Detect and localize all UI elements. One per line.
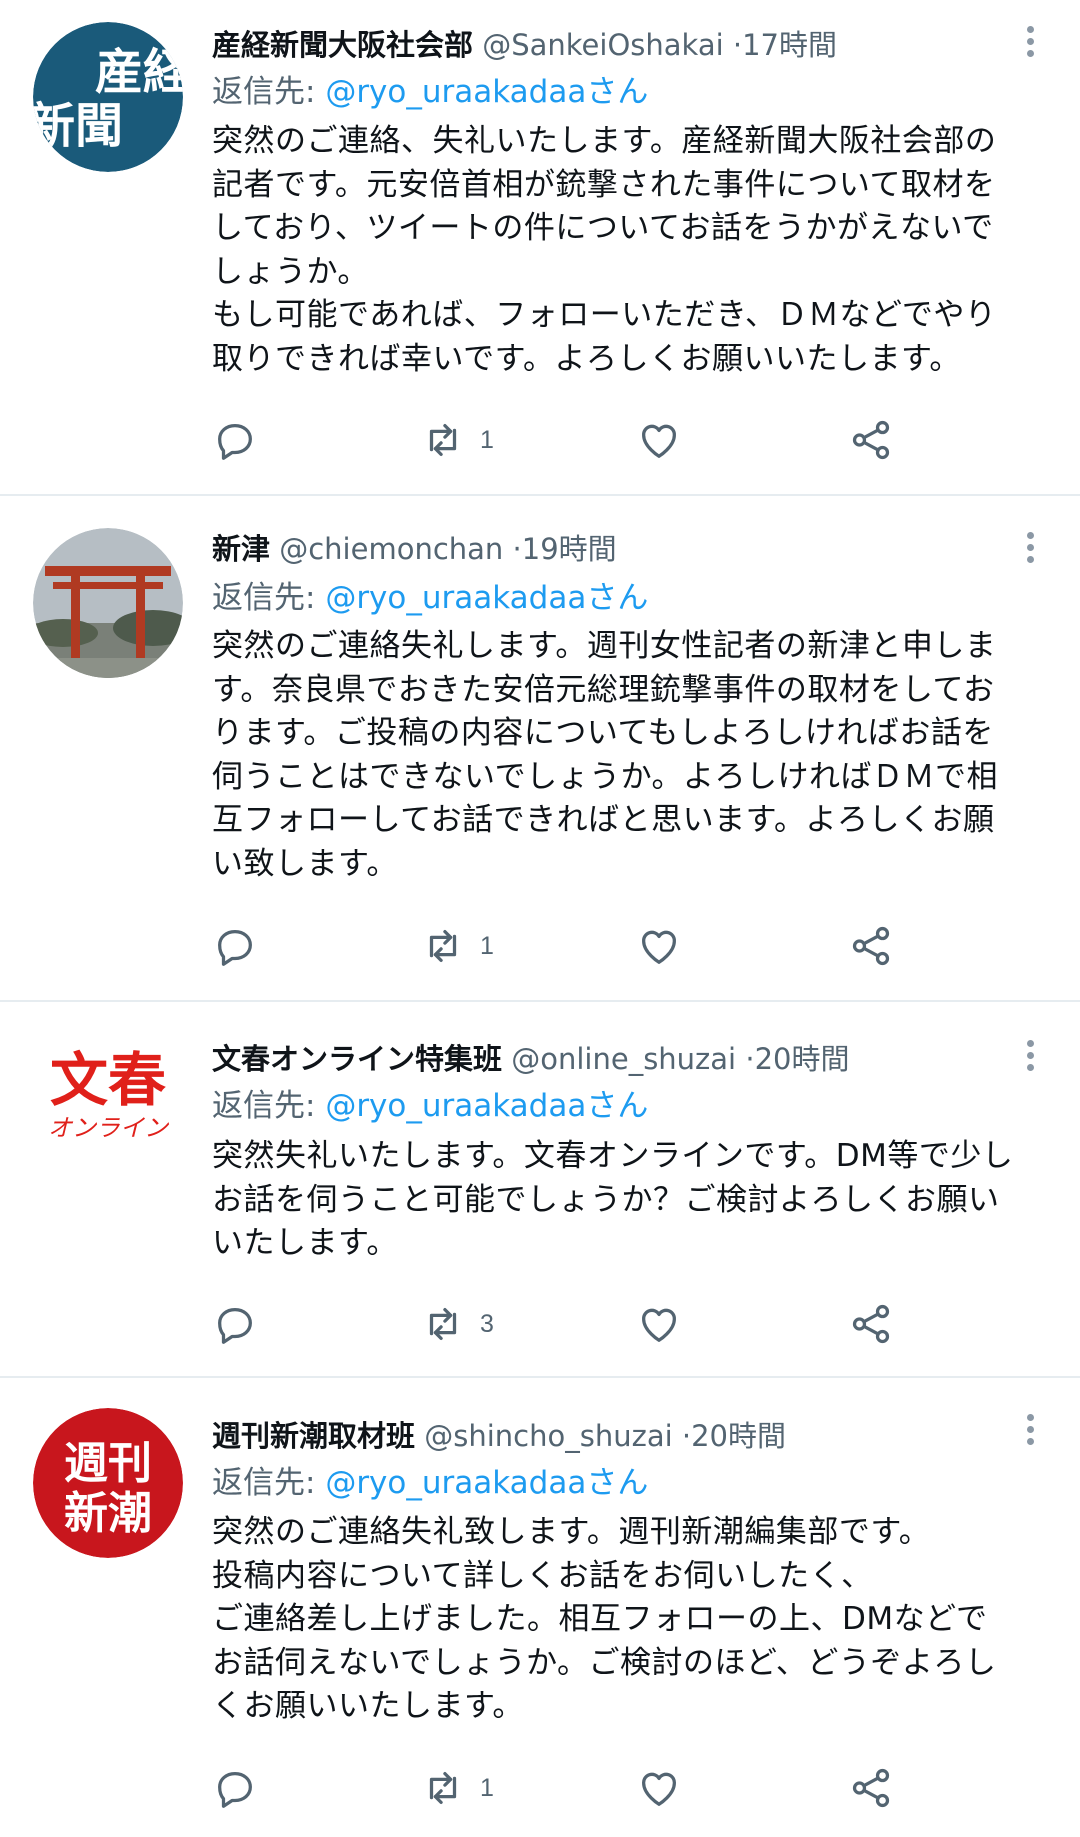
- display-name[interactable]: 新津: [212, 532, 270, 566]
- avatar[interactable]: 文春 オンライン: [33, 1038, 183, 1188]
- reply-mention-link[interactable]: @ryo_uraakadaaさん: [325, 1088, 648, 1124]
- tweet-header: 産経新聞大阪社会部 @SankeiOshakai ·17時間: [212, 25, 837, 65]
- reply-mention-link[interactable]: @ryo_uraakadaaさん: [325, 74, 648, 110]
- separator-dot: ·: [512, 532, 522, 566]
- reply-icon: [218, 423, 252, 460]
- separator-dot: ·: [681, 1419, 692, 1453]
- user-handle[interactable]: @shincho_shuzai: [424, 1419, 672, 1453]
- retweet-button[interactable]: 1: [420, 1758, 494, 1818]
- display-name[interactable]: 文春オンライン特集班: [212, 1042, 502, 1076]
- tweet-actions: 3: [212, 1294, 932, 1354]
- reply-mention-link[interactable]: @ryo_uraakadaaさん: [325, 580, 648, 616]
- share-button[interactable]: [848, 1294, 894, 1354]
- user-handle[interactable]: @SankeiOshakai: [482, 28, 723, 62]
- tweet[interactable]: 週刊 新潮 週刊新潮取材班 @shincho_shuzai ·20時間 返信先:…: [0, 1378, 1080, 1837]
- timestamp[interactable]: 19時間: [522, 532, 617, 566]
- display-name[interactable]: 週刊新潮取材班: [212, 1419, 415, 1453]
- avatar[interactable]: 週刊 新潮: [33, 1408, 183, 1558]
- reply-mention-link[interactable]: @ryo_uraakadaaさん: [325, 1465, 648, 1501]
- share-button[interactable]: [848, 916, 894, 976]
- timeline: 産経 新聞 産経新聞大阪社会部 @SankeiOshakai ·17時間 返信先…: [0, 0, 1080, 1837]
- bunshun-online-logo: 文春 オンライン: [48, 1046, 170, 1142]
- user-handle[interactable]: @chiemonchan: [279, 532, 503, 566]
- avatar-text: 文春: [50, 1046, 166, 1114]
- tweet-header: 新津 @chiemonchan ·19時間: [212, 529, 617, 569]
- avatar-text: 新潮: [64, 1488, 152, 1539]
- like-icon: [642, 424, 676, 458]
- retweet-count: 1: [480, 931, 494, 960]
- avatar-text: 産経: [95, 44, 183, 100]
- retweet-icon: [429, 1771, 457, 1805]
- like-icon: [642, 930, 676, 964]
- retweet-count: 1: [480, 1773, 494, 1802]
- retweet-icon: [429, 423, 457, 457]
- tweet[interactable]: 文春 オンライン 文春オンライン特集班 @online_shuzai ·20時間…: [0, 1002, 1080, 1378]
- timestamp[interactable]: 20時間: [691, 1419, 786, 1453]
- retweet-button[interactable]: 1: [420, 916, 494, 976]
- reply-to-line: 返信先: @ryo_uraakadaaさん: [212, 577, 648, 619]
- avatar[interactable]: 産経 新聞: [33, 22, 183, 172]
- like-button[interactable]: [636, 1294, 696, 1354]
- timestamp[interactable]: 17時間: [742, 28, 837, 62]
- reply-to-label: 返信先:: [212, 580, 326, 616]
- sankei-logo: 産経 新聞: [33, 22, 183, 172]
- like-button[interactable]: [636, 916, 696, 976]
- share-icon: [852, 420, 890, 460]
- like-button[interactable]: [636, 410, 696, 470]
- like-icon: [642, 1772, 676, 1806]
- share-icon: [852, 926, 890, 966]
- reply-icon: [218, 1307, 252, 1344]
- reply-button[interactable]: [212, 410, 272, 470]
- more-icon[interactable]: [1020, 1036, 1040, 1076]
- more-icon[interactable]: [1020, 22, 1040, 62]
- reply-button[interactable]: [212, 1294, 272, 1354]
- tweet-text: 突然のご連絡失礼します。週刊女性記者の新津と申しま す。奈良県でおきた安倍元総理…: [212, 628, 998, 882]
- tweet-text: 突然のご連絡、失礼いたします。産経新聞大阪社会部の 記者です。元安倍首相が銃撃さ…: [212, 123, 997, 377]
- tweet-header: 文春オンライン特集班 @online_shuzai ·20時間: [212, 1039, 849, 1079]
- tweet-actions: 1: [212, 1758, 932, 1818]
- reply-to-label: 返信先:: [212, 1088, 326, 1124]
- avatar[interactable]: [33, 528, 183, 678]
- separator-dot: ·: [732, 28, 743, 62]
- retweet-count: 3: [480, 1309, 494, 1338]
- tweet-text: 突然のご連絡失礼致します。週刊新潮編集部です。 投稿内容について詳しくお話をお伺…: [212, 1514, 997, 1724]
- share-icon: [852, 1768, 890, 1808]
- tweet[interactable]: 新津 @chiemonchan ·19時間 返信先: @ryo_uraakada…: [0, 496, 1080, 1002]
- tweet-actions: 1: [212, 410, 932, 470]
- reply-to-line: 返信先: @ryo_uraakadaaさん: [212, 1085, 648, 1127]
- user-handle[interactable]: @online_shuzai: [511, 1042, 736, 1076]
- tweet[interactable]: 産経 新聞 産経新聞大阪社会部 @SankeiOshakai ·17時間 返信先…: [0, 0, 1080, 496]
- share-icon: [852, 1304, 890, 1344]
- share-button[interactable]: [848, 1758, 894, 1818]
- share-button[interactable]: [848, 410, 894, 470]
- timestamp[interactable]: 20時間: [755, 1042, 850, 1076]
- reply-button[interactable]: [212, 1758, 272, 1818]
- more-icon[interactable]: [1020, 1410, 1040, 1450]
- retweet-button[interactable]: 3: [420, 1294, 494, 1354]
- retweet-count: 1: [480, 425, 494, 454]
- reply-button[interactable]: [212, 916, 272, 976]
- tweet-actions: 1: [212, 916, 932, 976]
- like-icon: [642, 1308, 676, 1342]
- retweet-icon: [429, 1307, 457, 1341]
- reply-to-label: 返信先:: [212, 74, 326, 110]
- retweet-button[interactable]: 1: [420, 410, 494, 470]
- tweet-header: 週刊新潮取材班 @shincho_shuzai ·20時間: [212, 1416, 786, 1456]
- reply-to-label: 返信先:: [212, 1465, 326, 1501]
- reply-to-line: 返信先: @ryo_uraakadaaさん: [212, 1462, 648, 1504]
- reply-to-line: 返信先: @ryo_uraakadaaさん: [212, 71, 648, 113]
- more-icon[interactable]: [1020, 528, 1040, 568]
- shincho-logo: 週刊 新潮: [33, 1408, 183, 1558]
- avatar-text: オンライン: [48, 1114, 170, 1142]
- avatar-text: 新聞: [33, 98, 123, 154]
- avatar-text: 週刊: [64, 1438, 152, 1489]
- display-name[interactable]: 産経新聞大阪社会部: [212, 28, 473, 62]
- reply-icon: [218, 1771, 252, 1808]
- retweet-icon: [429, 929, 457, 963]
- like-button[interactable]: [636, 1758, 696, 1818]
- separator-dot: ·: [745, 1042, 755, 1076]
- torii-photo-avatar: [33, 528, 183, 678]
- reply-icon: [218, 929, 252, 966]
- tweet-text: 突然失礼いたします。文春オンラインです。DM等で少し お話を伺うこと可能でしょう…: [212, 1138, 1014, 1261]
